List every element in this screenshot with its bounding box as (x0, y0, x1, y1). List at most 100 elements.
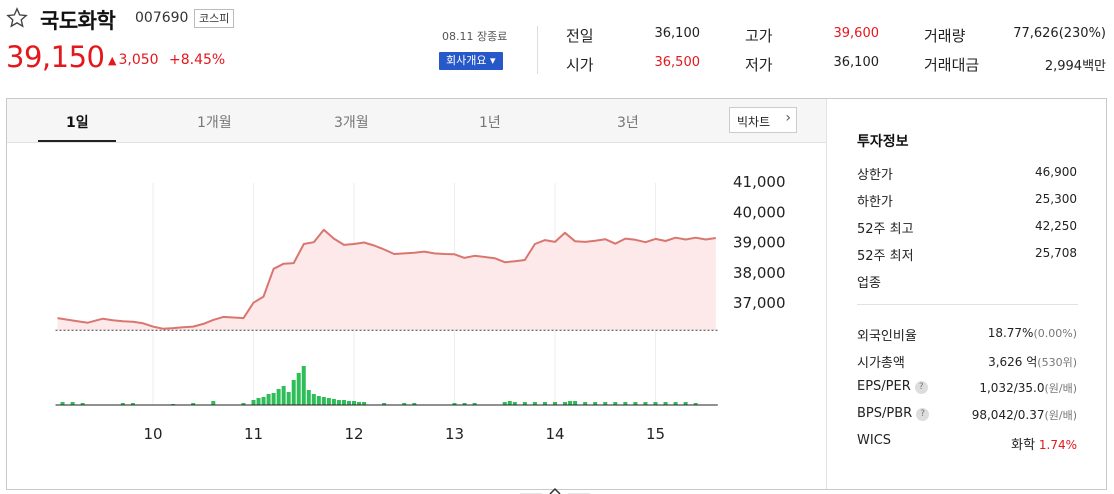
prev-close-value: 36,100 (654, 26, 701, 41)
info-row-value: 98,042/0.37(원/배) (972, 407, 1077, 423)
volume-bar (352, 401, 356, 405)
tab-1day[interactable]: 1일 (66, 112, 89, 132)
market-cap-value: 3,626 억 (988, 355, 1038, 369)
wics-label: WICS (857, 433, 892, 448)
info-row-value: 25,708 (1035, 246, 1077, 260)
info-row-label: 상한가 (857, 168, 893, 183)
volume-bar (211, 401, 216, 405)
volume-bar (326, 398, 331, 405)
volume-bar (306, 390, 311, 405)
company-overview-button[interactable]: 회사개요 ▾ (439, 52, 503, 70)
stock-name: 국도화학 (40, 9, 116, 33)
x-tick-label: 15 (646, 425, 665, 443)
bigchart-label: 빅차트 (737, 115, 771, 129)
volume-bar (291, 380, 296, 405)
trade-amount-value: 2,994백만 (1044, 59, 1106, 74)
wics-change: 1.74% (1038, 438, 1077, 452)
tab-1month[interactable]: 1개월 (197, 112, 232, 132)
x-tick-label: 14 (545, 425, 564, 443)
info-row-value: 25,300 (1035, 192, 1077, 206)
volume-bar (336, 400, 341, 405)
divider (537, 26, 538, 74)
volume-bar (281, 386, 286, 405)
info-row-value: 46,900 (1035, 165, 1077, 179)
low-value: 36,100 (833, 55, 880, 70)
wics-sector[interactable]: 화학 (1011, 438, 1035, 453)
info-row-label: 하한가 (857, 195, 893, 210)
bigchart-button[interactable]: 빅차트 › (729, 107, 797, 133)
info-row-label: BPS/PBR? (857, 406, 930, 421)
volume-bar (256, 398, 261, 405)
help-icon[interactable]: ? (914, 381, 928, 394)
open-value: 36,500 (654, 55, 701, 70)
eps-per-unit: (원/배) (1044, 382, 1077, 395)
info-row-value: 42,250 (1035, 219, 1077, 233)
active-tab-indicator (38, 140, 116, 142)
tab-3year[interactable]: 3년 (617, 112, 639, 132)
intraday-chart: 10 11 12 13 14 15 41,000 40,000 39,000 38,000 37,0… (55, 173, 786, 443)
eps-per-value: 1,032/35.0 (979, 381, 1045, 395)
y-tick-label: 41,000 (733, 173, 786, 191)
volume-bar (286, 392, 291, 405)
high-label: 고가 (745, 27, 773, 45)
y-tick-label: 38,000 (733, 264, 786, 282)
bps-pbr-value: 98,042/0.37 (971, 408, 1045, 422)
info-row-label: 52주 최저 (857, 249, 914, 264)
volume-bar (266, 394, 271, 405)
volume-bar (346, 401, 351, 405)
expand-handle[interactable] (520, 486, 590, 494)
foreign-ratio-value: 18.77% (987, 326, 1034, 340)
volume-bar (301, 366, 306, 405)
prev-close-label: 전일 (566, 27, 594, 45)
wics-value: 화학 1.74% (1011, 434, 1077, 453)
info-row-value: 1,032/35.0(원/배) (979, 380, 1077, 396)
volume-bar (573, 401, 578, 405)
bps-pbr-label: BPS/PBR (857, 406, 913, 421)
bps-pbr-unit: (원/배) (1044, 409, 1077, 422)
volume-bar (331, 399, 336, 405)
info-row-label: 52주 최고 (857, 222, 914, 237)
market-status: 08.11 장종료 (442, 30, 508, 43)
tab-1year[interactable]: 1년 (479, 112, 501, 132)
change-percent: +8.45% (169, 52, 226, 68)
chart-panel: 1일 1개월 3개월 1년 3년 빅차트 › 10 11 12 13 14 15 41,000… (6, 98, 1107, 490)
foreign-ratio-sub: (0.00%) (1033, 327, 1077, 340)
volume-bar (507, 401, 512, 405)
info-title: 투자정보 (857, 134, 909, 150)
volume-bar (296, 373, 301, 405)
tab-3month[interactable]: 3개월 (334, 112, 369, 132)
volume-bar (316, 396, 321, 405)
help-icon[interactable]: ? (916, 408, 930, 421)
high-value: 39,600 (833, 26, 880, 41)
star-icon[interactable] (6, 7, 28, 29)
change-value: 3,050 (118, 52, 159, 68)
info-row-value: 3,626 억(530위) (988, 353, 1077, 370)
x-tick-label: 12 (344, 425, 363, 443)
info-row-label: EPS/PER? (857, 379, 928, 394)
y-tick-label: 39,000 (733, 234, 786, 252)
chevron-right-icon: › (785, 110, 791, 126)
volume-bar (276, 389, 281, 405)
volume-bar (311, 394, 316, 405)
investment-info: 투자정보 상한가 46,900 하한가 25,300 52주 최고 42,250… (826, 99, 1107, 489)
y-tick-label: 37,000 (733, 294, 786, 312)
market-cap-rank: (530위) (1037, 356, 1077, 369)
volume-bar (568, 401, 573, 405)
info-row-label: 업종 (857, 276, 881, 291)
x-tick-label: 13 (445, 425, 464, 443)
current-price: 39,150 (6, 40, 105, 74)
info-row-label: 외국인비율 (857, 329, 917, 344)
volume-bar (271, 393, 276, 405)
period-tabs: 1일 1개월 3개월 1년 3년 빅차트 › (7, 99, 826, 143)
volume-bar (341, 400, 346, 405)
volume-value: 77,626(230%) (1013, 26, 1106, 41)
low-label: 저가 (745, 56, 773, 74)
info-divider (857, 304, 1078, 305)
up-arrow-icon: ▲ (108, 54, 117, 67)
volume-bar (261, 397, 266, 405)
info-row-label: 시가총액 (857, 356, 905, 371)
x-tick-label: 10 (143, 425, 162, 443)
price-change: ▲ 3,050 (108, 52, 159, 68)
info-row-value: 18.77%(0.00%) (988, 326, 1077, 340)
volume-label: 거래량 (924, 27, 966, 45)
